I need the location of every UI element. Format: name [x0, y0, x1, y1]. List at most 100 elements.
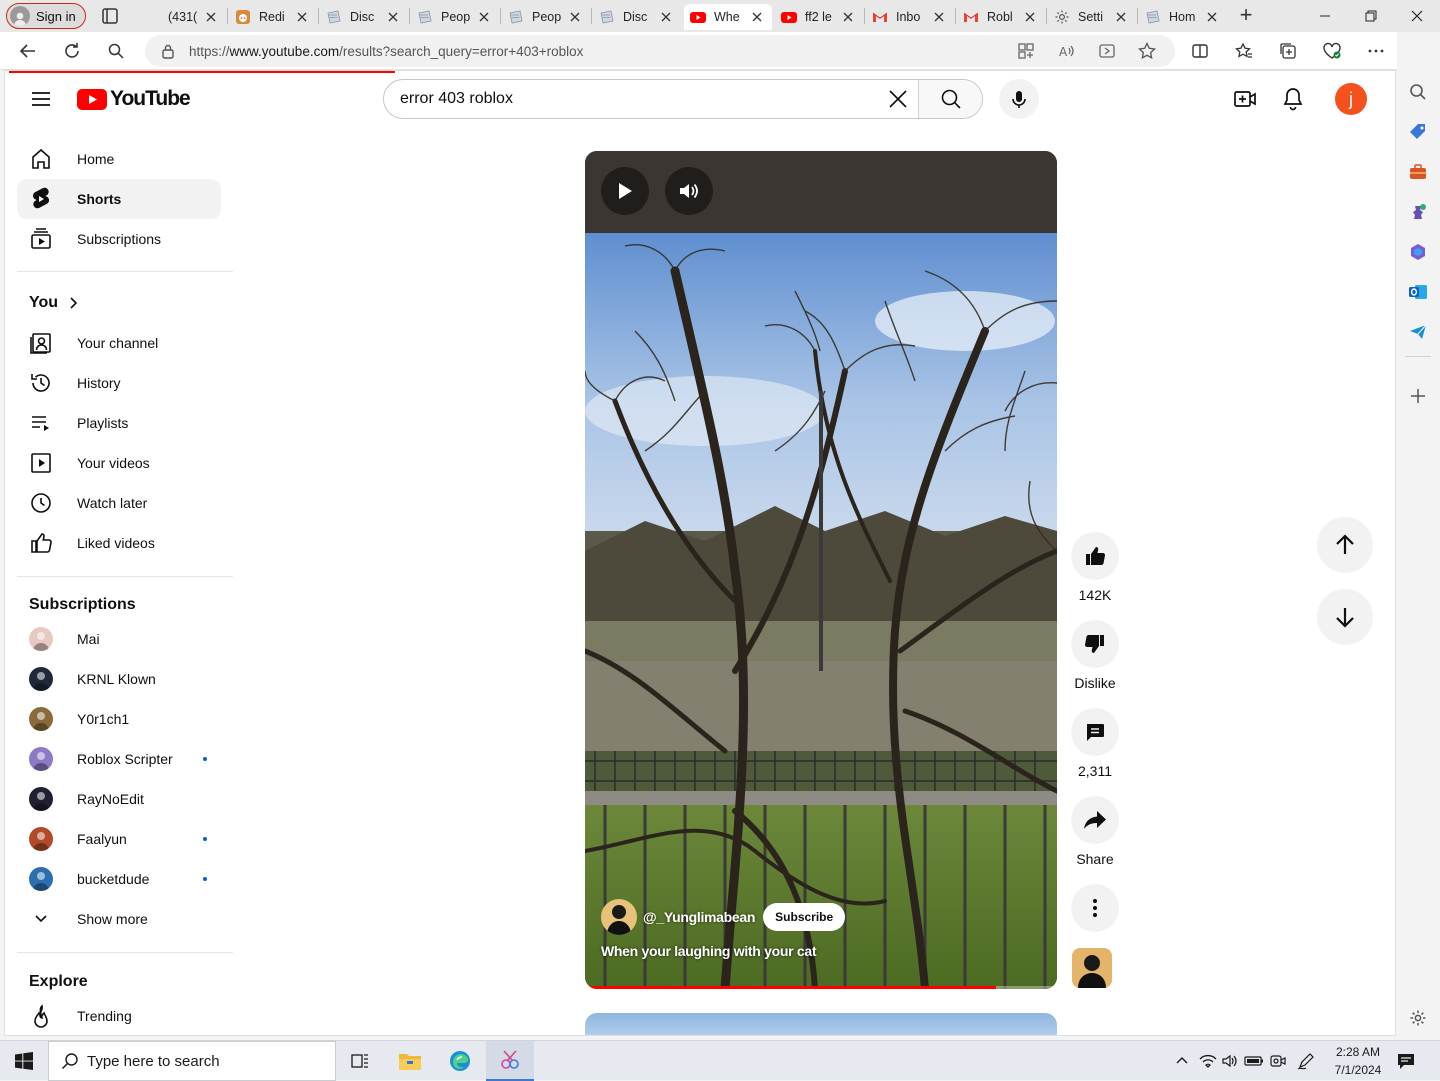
youtube-logo[interactable]: YouTube	[77, 87, 191, 111]
settings-more-icon[interactable]	[1364, 39, 1388, 63]
volume-speaker-icon[interactable]	[1220, 1051, 1240, 1071]
sidebar-item-your-channel[interactable]: Your channel	[17, 323, 221, 363]
browser-tab[interactable]: Setti	[1048, 4, 1136, 30]
sidebar-item-liked-videos[interactable]: Liked videos	[17, 523, 221, 563]
hamburger-menu-icon[interactable]	[29, 87, 53, 111]
play-button[interactable]	[601, 167, 649, 215]
taskbar-clock[interactable]: 2:28 AM 7/1/2024	[1322, 1043, 1394, 1079]
tools-briefcase-icon[interactable]	[1406, 160, 1430, 184]
clear-search-icon[interactable]	[878, 80, 918, 118]
back-icon[interactable]	[16, 39, 40, 63]
sidebar-item-watch-later[interactable]: Watch later	[17, 483, 221, 523]
sidebar-item-y0r1ch1[interactable]: Y0r1ch1	[17, 699, 221, 739]
search-button[interactable]	[918, 80, 982, 118]
sidebar-item-trending[interactable]: Trending	[17, 996, 221, 1035]
browser-tab[interactable]: Whe	[684, 4, 772, 30]
refresh-icon[interactable]	[60, 39, 84, 63]
meet-now-camera-icon[interactable]	[1268, 1051, 1288, 1071]
search-input[interactable]	[384, 80, 878, 118]
next-short-preview[interactable]	[585, 1013, 1057, 1035]
close-tab-icon[interactable]	[206, 12, 220, 22]
comments-button[interactable]	[1071, 708, 1119, 756]
sidebar-show-more[interactable]: Show more	[17, 899, 221, 939]
notifications-button[interactable]	[1277, 87, 1309, 111]
task-view-button[interactable]	[336, 1041, 384, 1081]
sidebar-item-mai[interactable]: Mai	[17, 619, 221, 659]
restore-button[interactable]	[1348, 0, 1394, 32]
shorts-player[interactable]: @_Yunglimabean Subscribe When your laugh…	[585, 151, 1057, 989]
channel-avatar[interactable]	[601, 899, 637, 935]
sidebar-item-bucketdude[interactable]: bucketdude	[17, 859, 221, 899]
sidebar-item-krnl-klown[interactable]: KRNL Klown	[17, 659, 221, 699]
browser-essentials-icon[interactable]	[1320, 39, 1344, 63]
close-tab-icon[interactable]	[297, 12, 311, 22]
previous-short-button[interactable]	[1317, 517, 1373, 573]
browser-tab[interactable]: Disc	[593, 4, 681, 30]
battery-icon[interactable]	[1244, 1051, 1264, 1071]
sidebar-search-icon[interactable]	[1406, 80, 1430, 104]
microsoft-365-icon[interactable]	[1406, 240, 1430, 264]
short-title[interactable]: When your laughing with your cat	[601, 943, 1041, 959]
more-options-button[interactable]	[1071, 884, 1119, 932]
shopping-tag-icon[interactable]	[1406, 120, 1430, 144]
send-telegram-icon[interactable]	[1406, 320, 1430, 344]
sidebar-you-heading[interactable]: You	[29, 291, 82, 315]
taskbar-search-box[interactable]: Type here to search	[48, 1041, 336, 1081]
shorts-video-frame[interactable]	[585, 151, 1057, 989]
favorites-icon[interactable]	[1232, 39, 1256, 63]
show-hidden-icons-chevron-up-icon[interactable]	[1172, 1051, 1192, 1071]
close-window-button[interactable]	[1394, 0, 1440, 32]
close-tab-icon[interactable]	[752, 12, 766, 22]
browser-tab[interactable]: Inbo	[866, 4, 954, 30]
tab-actions-icon[interactable]	[98, 5, 122, 27]
close-tab-icon[interactable]	[843, 12, 857, 22]
voice-search-button[interactable]	[999, 79, 1039, 119]
close-tab-icon[interactable]	[1116, 12, 1130, 22]
close-tab-icon[interactable]	[1025, 12, 1039, 22]
sidebar-item-faalyun[interactable]: Faalyun	[17, 819, 221, 859]
action-center-notification-icon[interactable]	[1396, 1051, 1420, 1071]
sidebar-item-history[interactable]: History	[17, 363, 221, 403]
sidebar-item-playlists[interactable]: Playlists	[17, 403, 221, 443]
dislike-button[interactable]	[1071, 620, 1119, 668]
browser-tab[interactable]: ff2 le	[775, 4, 863, 30]
new-tab-button[interactable]: +	[1234, 4, 1258, 28]
browser-tab[interactable]: Disc	[320, 4, 408, 30]
browser-tab[interactable]: Peop	[411, 4, 499, 30]
next-short-button[interactable]	[1317, 589, 1373, 645]
subscribe-button[interactable]: Subscribe	[763, 903, 846, 931]
snipping-tool-button[interactable]	[486, 1041, 534, 1081]
like-button[interactable]	[1071, 532, 1119, 580]
outlook-icon[interactable]	[1406, 280, 1430, 304]
close-tab-icon[interactable]	[479, 12, 493, 22]
share-button[interactable]	[1071, 796, 1119, 844]
sidebar-item-shorts[interactable]: Shorts	[17, 179, 221, 219]
channel-handle[interactable]: @_Yunglimabean	[643, 909, 755, 925]
split-screen-icon[interactable]	[1188, 39, 1212, 63]
minimize-button[interactable]	[1302, 0, 1348, 32]
sidebar-item-raynoedit[interactable]: RayNoEdit	[17, 779, 221, 819]
close-tab-icon[interactable]	[934, 12, 948, 22]
start-button[interactable]	[6, 1041, 42, 1081]
audio-source-thumbnail[interactable]	[1072, 948, 1112, 988]
create-video-button[interactable]	[1229, 87, 1261, 111]
browser-tab[interactable]: Redi	[229, 4, 317, 30]
favorite-star-icon[interactable]	[1135, 39, 1159, 63]
progress-bar[interactable]	[585, 986, 1057, 989]
sidebar-item-subscriptions[interactable]: Subscriptions	[17, 219, 221, 259]
search-icon[interactable]	[104, 39, 128, 63]
immersive-reader-icon[interactable]	[1095, 39, 1119, 63]
pen-ink-icon[interactable]	[1296, 1051, 1316, 1071]
browser-tab[interactable]: Robl	[957, 4, 1045, 30]
file-explorer-button[interactable]	[386, 1041, 434, 1081]
read-aloud-icon[interactable]: A	[1055, 39, 1079, 63]
browser-tab[interactable]: Peop	[502, 4, 590, 30]
sidebar-item-roblox-scripter[interactable]: Roblox Scripter	[17, 739, 221, 779]
sidebar-item-your-videos[interactable]: Your videos	[17, 443, 221, 483]
close-tab-icon[interactable]	[388, 12, 402, 22]
close-tab-icon[interactable]	[661, 12, 675, 22]
network-wifi-icon[interactable]	[1198, 1051, 1218, 1071]
close-tab-icon[interactable]	[1207, 12, 1221, 22]
app-available-icon[interactable]	[1014, 39, 1038, 63]
edge-browser-button[interactable]	[436, 1041, 484, 1081]
